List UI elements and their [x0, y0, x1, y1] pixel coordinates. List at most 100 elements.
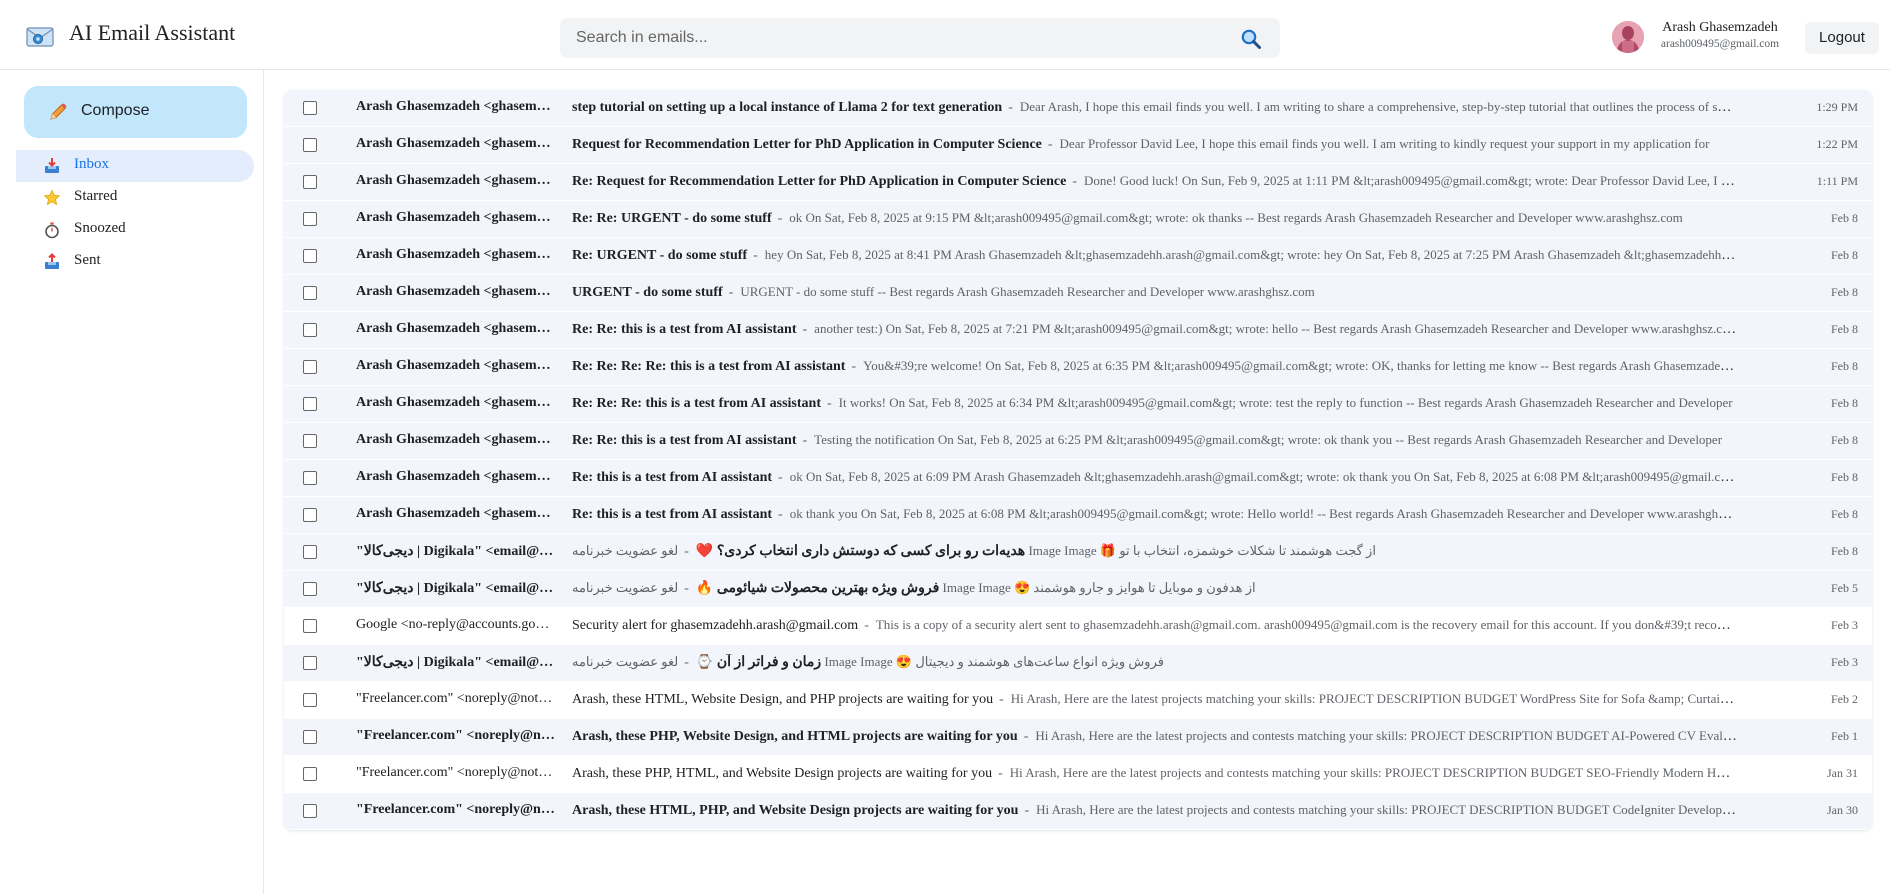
email-row[interactable]: Google <no-reply@accounts.google.com> Sec…	[284, 608, 1872, 645]
subject-separator: -	[864, 618, 869, 633]
email-select-checkbox[interactable]	[303, 101, 317, 115]
inbox-tray-icon	[45, 158, 59, 173]
email-date: Feb 8	[1831, 248, 1858, 262]
email-date: Feb 1	[1831, 729, 1858, 743]
email-select-checkbox[interactable]	[303, 619, 317, 633]
email-select-checkbox[interactable]	[303, 767, 317, 781]
email-row[interactable]: Arash Ghasemzadeh <ghasemzadehh.arash@gm…	[284, 423, 1872, 460]
email-subject: فروش ویژه بهترین محصولات شیائومی 🔥	[695, 581, 940, 596]
email-subject: step tutorial on setting up a local inst…	[572, 100, 1003, 115]
email-preview: Re: Re: this is a test from AI assistant…	[572, 432, 1737, 449]
email-row[interactable]: Arash Ghasemzadeh <ghasemzadehh.arash@gm…	[284, 497, 1872, 534]
email-select-checkbox[interactable]	[303, 249, 317, 263]
email-select-checkbox[interactable]	[303, 286, 317, 300]
sidebar-item-label: Inbox	[74, 156, 109, 172]
email-row[interactable]: Arash Ghasemzadeh <ghasemzadehh.arash@gm…	[284, 349, 1872, 386]
email-sender: "Freelancer.com" <noreply@notifications.…	[356, 691, 556, 706]
logout-button[interactable]: Logout	[1805, 22, 1879, 54]
email-snippet: Dear Professor David Lee, I hope this em…	[1059, 136, 1710, 151]
email-row[interactable]: Arash Ghasemzadeh <ghasemzadehh.arash@gm…	[284, 201, 1872, 238]
email-subject: Re: Re: this is a test from AI assistant	[572, 322, 797, 337]
subject-separator: -	[802, 322, 808, 337]
sidebar-item-starred[interactable]: Starred	[16, 182, 254, 214]
email-date: Jan 31	[1827, 766, 1858, 780]
email-sender: "دیجی‌کالا | Digikala" <email@digikala.c…	[356, 544, 556, 559]
email-select-checkbox[interactable]	[303, 471, 317, 485]
search-input[interactable]	[576, 18, 1216, 58]
email-select-checkbox[interactable]	[303, 397, 317, 411]
email-row[interactable]: "دیجی‌کالا | Digikala" <email@digikala.c…	[284, 571, 1872, 608]
email-subject: Re: Re: Re: this is a test from AI assis…	[572, 396, 821, 411]
email-snippet: It works! On Sat, Feb 8, 2025 at 6:34 PM…	[838, 395, 1733, 410]
email-date: Jan 30	[1827, 803, 1858, 817]
email-select-checkbox[interactable]	[303, 360, 317, 374]
subject-separator: -	[1024, 803, 1030, 818]
email-subject: Re: Re: URGENT - do some stuff	[572, 211, 772, 226]
sidebar-item-label: Snoozed	[74, 220, 126, 236]
app-header: AI Email Assistant Arash Ghasemzadeh ara…	[0, 0, 1890, 70]
email-row[interactable]: "دیجی‌کالا | Digikala" <email@digikala.c…	[284, 645, 1872, 682]
email-subject: URGENT - do some stuff	[572, 285, 723, 300]
email-row[interactable]: Arash Ghasemzadeh <ghasemzadehh.arash@gm…	[284, 90, 1872, 127]
email-row[interactable]: Arash Ghasemzadeh <ghasemzadehh.arash@gm…	[284, 386, 1872, 423]
email-subject: Security alert for ghasemzadehh.arash@gm…	[572, 618, 859, 633]
sidebar-item-label: Sent	[74, 252, 101, 268]
email-subject: Arash, these PHP, Website Design, and HT…	[572, 729, 1018, 744]
email-preview: URGENT - do some stuff - URGENT - do some …	[572, 284, 1737, 301]
email-date: 1:29 PM	[1816, 100, 1858, 114]
sidebar-item-label: Starred	[74, 188, 118, 204]
email-select-checkbox[interactable]	[303, 730, 317, 744]
email-select-checkbox[interactable]	[303, 508, 317, 522]
email-row[interactable]: Arash Ghasemzadeh <ghasemzadehh.arash@gm…	[284, 127, 1872, 164]
app-title: AI Email Assistant	[69, 20, 236, 45]
email-select-checkbox[interactable]	[303, 582, 317, 596]
sidebar-item-snoozed[interactable]: Snoozed	[16, 214, 254, 246]
email-select-checkbox[interactable]	[303, 434, 317, 448]
email-snippet: Hi Arash, Here are the latest projects a…	[1036, 802, 1737, 817]
compose-button[interactable]: Compose	[24, 86, 247, 138]
email-preview: Re: this is a test from AI assistant - ok …	[572, 469, 1737, 486]
email-preview: Re: URGENT - do some stuff - hey On Sat, F…	[572, 247, 1737, 264]
sidebar-item-inbox[interactable]: Inbox	[16, 150, 254, 182]
email-select-checkbox[interactable]	[303, 693, 317, 707]
email-snippet: Hi Arash, Here are the latest projects a…	[1035, 728, 1737, 743]
subject-separator: -	[684, 544, 689, 559]
email-sender: Arash Ghasemzadeh <ghasemzadehh.arash@gm…	[356, 136, 556, 151]
email-select-checkbox[interactable]	[303, 323, 317, 337]
envelope-logo-icon	[26, 27, 54, 47]
subject-separator: -	[1008, 100, 1013, 115]
email-select-checkbox[interactable]	[303, 804, 317, 818]
email-sender: Arash Ghasemzadeh <ghasemzadehh.arash@gm…	[356, 210, 556, 225]
search-icon[interactable]	[1240, 28, 1262, 50]
email-row[interactable]: "Freelancer.com" <noreply@notifications.…	[284, 756, 1872, 793]
email-row[interactable]: Arash Ghasemzadeh <ghasemzadehh.arash@gm…	[284, 312, 1872, 349]
email-preview: هدیه‌ات رو برای کسی که دوستش داری انتخاب…	[572, 543, 1737, 560]
email-row[interactable]: "Freelancer.com" <noreply@notifications.…	[284, 793, 1872, 830]
search-bar[interactable]	[560, 18, 1280, 58]
avatar[interactable]	[1612, 21, 1644, 53]
email-row[interactable]: "Freelancer.com" <noreply@notifications.…	[284, 719, 1872, 756]
email-date: Feb 3	[1831, 655, 1858, 669]
email-select-checkbox[interactable]	[303, 138, 317, 152]
email-select-checkbox[interactable]	[303, 656, 317, 670]
email-select-checkbox[interactable]	[303, 545, 317, 559]
email-select-checkbox[interactable]	[303, 175, 317, 189]
email-row[interactable]: Arash Ghasemzadeh <ghasemzadehh.arash@gm…	[284, 164, 1872, 201]
email-date: Feb 2	[1831, 692, 1858, 706]
subject-separator: -	[777, 211, 783, 226]
email-sender: Arash Ghasemzadeh <ghasemzadehh.arash@gm…	[356, 321, 556, 336]
email-row[interactable]: Arash Ghasemzadeh <ghasemzadehh.arash@gm…	[284, 238, 1872, 275]
email-row[interactable]: "Freelancer.com" <noreply@notifications.…	[284, 682, 1872, 719]
email-date: Feb 8	[1831, 396, 1858, 410]
email-row[interactable]: "دیجی‌کالا | Digikala" <email@digikala.c…	[284, 534, 1872, 571]
email-preview: Re: Re: Re: this is a test from AI assis…	[572, 395, 1737, 412]
email-select-checkbox[interactable]	[303, 212, 317, 226]
compose-label: Compose	[81, 102, 150, 119]
email-subject: Arash, these HTML, PHP, and Website Desi…	[572, 803, 1019, 818]
email-preview: Arash, these HTML, PHP, and Website Desi…	[572, 802, 1737, 819]
email-subject: زمان و فراتر از آن ⌚	[695, 655, 822, 670]
email-sender: "Freelancer.com" <noreply@notifications.…	[356, 765, 556, 780]
email-row[interactable]: Arash Ghasemzadeh <ghasemzadehh.arash@gm…	[284, 460, 1872, 497]
email-row[interactable]: Arash Ghasemzadeh <ghasemzadehh.arash@gm…	[284, 275, 1872, 312]
sidebar-item-sent[interactable]: Sent	[16, 246, 254, 278]
